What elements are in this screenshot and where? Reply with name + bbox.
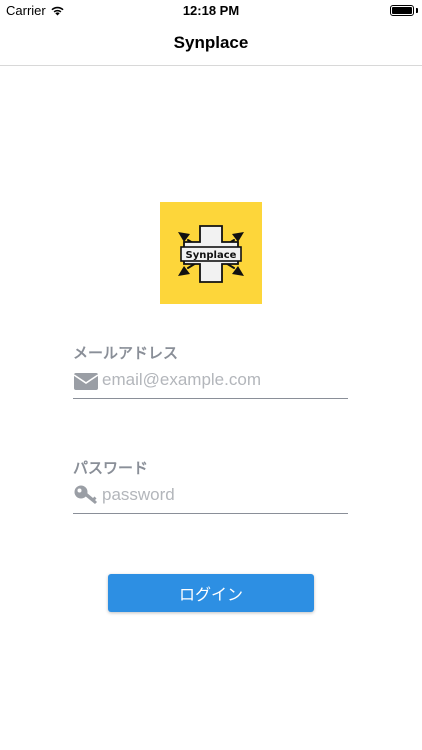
logo-text: Synplace [186, 250, 237, 261]
email-field-group: メールアドレス [73, 342, 348, 399]
app-logo: Synplace [160, 202, 262, 304]
email-input[interactable] [99, 369, 339, 391]
battery-tip [416, 8, 418, 13]
email-field-row [73, 369, 348, 399]
envelope-icon [73, 373, 99, 390]
key-icon [74, 485, 97, 504]
status-bar: Carrier 12:18 PM [0, 0, 422, 22]
password-input[interactable] [99, 484, 339, 506]
page-title: Synplace [173, 33, 249, 52]
login-button[interactable]: ログイン [108, 574, 314, 612]
password-label: パスワード [73, 460, 149, 477]
clock: 12:18 PM [182, 3, 240, 18]
password-field-row [73, 484, 348, 514]
navigation-bar: Synplace [0, 22, 422, 66]
password-field-group: パスワード [73, 457, 348, 514]
battery-icon [390, 5, 414, 16]
email-label: メールアドレス [73, 345, 179, 362]
